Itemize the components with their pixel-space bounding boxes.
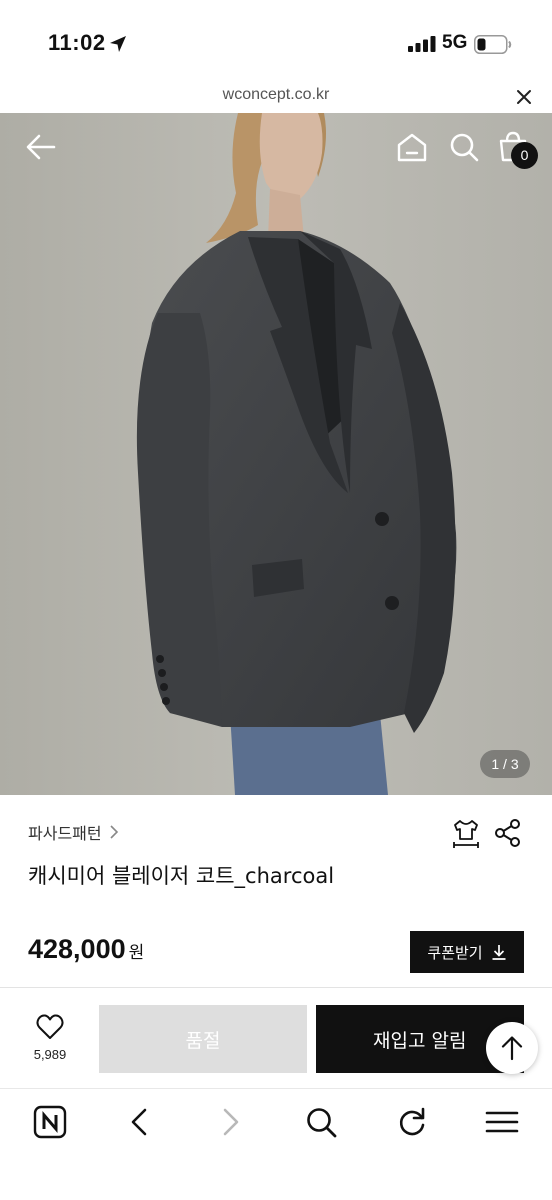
signal-icon <box>408 36 436 52</box>
naver-home-icon[interactable] <box>32 1104 68 1140</box>
network-type: 5G <box>442 32 468 53</box>
like-button[interactable]: 5,989 <box>24 1014 76 1070</box>
back-icon[interactable] <box>122 1104 158 1140</box>
heart-icon <box>36 1014 64 1039</box>
soldout-button: 품절 <box>99 1005 307 1073</box>
like-count: 5,989 <box>33 1047 67 1062</box>
browser-toolbar <box>0 1089 552 1200</box>
brand-link[interactable]: 파사드패턴 <box>28 820 120 844</box>
share-icon[interactable] <box>494 818 522 848</box>
menu-icon[interactable] <box>484 1104 520 1140</box>
location-arrow-icon <box>110 36 126 52</box>
arrow-left-icon[interactable] <box>24 130 58 164</box>
coupon-label: 쿠폰받기 <box>427 943 483 962</box>
price-value: 428,000 <box>28 934 126 964</box>
close-icon[interactable] <box>514 87 534 107</box>
brand-name[interactable]: 파사드패턴 <box>28 820 102 844</box>
status-bar: 11:02 5G <box>0 0 552 84</box>
product-name: 캐시미어 블레이저 코트_charcoal <box>28 864 335 888</box>
price: 428,000 원 <box>28 934 144 965</box>
download-icon <box>492 945 506 960</box>
url-bar[interactable]: wconcept.co.kr <box>0 84 552 114</box>
refresh-icon[interactable] <box>394 1104 430 1140</box>
search-icon[interactable] <box>447 130 481 164</box>
price-currency: 원 <box>128 943 145 963</box>
product-image[interactable] <box>0 113 552 795</box>
status-time: 11:02 <box>48 30 106 55</box>
url-text[interactable]: wconcept.co.kr <box>0 86 552 104</box>
chevron-right-icon <box>110 825 118 839</box>
battery-icon <box>474 35 512 54</box>
size-guide-icon[interactable] <box>451 818 481 848</box>
search-icon[interactable] <box>303 1104 339 1140</box>
coupon-button[interactable]: 쿠폰받기 <box>410 931 524 973</box>
forward-icon[interactable] <box>212 1104 248 1140</box>
home-icon[interactable] <box>395 130 429 164</box>
scroll-top-button[interactable] <box>486 1022 538 1074</box>
arrow-up-icon <box>501 1036 523 1061</box>
image-counter: 1 / 3 <box>480 750 530 778</box>
divider <box>0 987 552 988</box>
product-photo <box>0 113 552 795</box>
cart-count-badge: 0 <box>511 142 538 169</box>
